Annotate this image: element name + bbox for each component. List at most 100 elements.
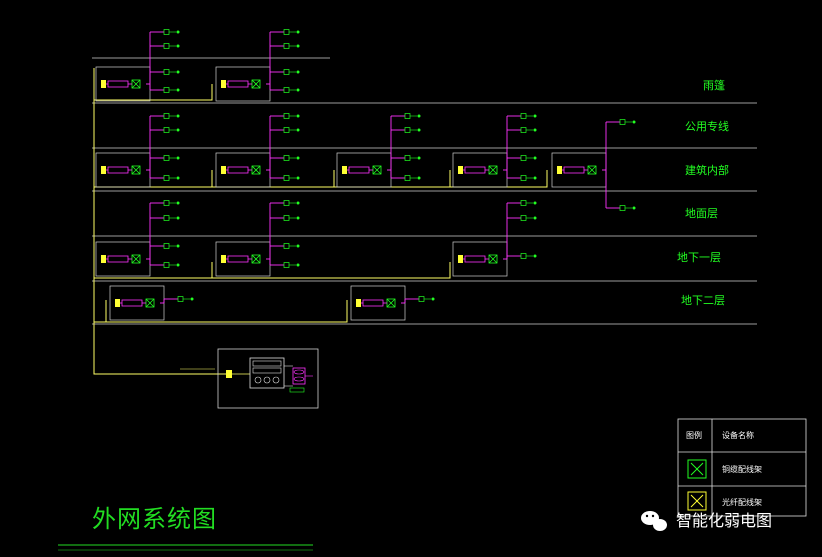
floor-label-interior: 建筑内部 bbox=[685, 163, 729, 177]
fiber-panel bbox=[342, 166, 347, 174]
information-outlet bbox=[283, 87, 300, 93]
information-outlet bbox=[163, 113, 180, 119]
copper-panel bbox=[488, 165, 498, 175]
switch bbox=[107, 255, 129, 263]
branch-cable bbox=[146, 31, 164, 91]
copper-panel bbox=[386, 298, 396, 308]
fiber-panel bbox=[101, 80, 106, 88]
information-outlet bbox=[163, 69, 180, 75]
branch-group bbox=[146, 29, 636, 304]
branch-cable bbox=[146, 202, 164, 266]
information-outlet bbox=[520, 200, 537, 206]
information-outlet bbox=[283, 113, 300, 119]
switch bbox=[227, 166, 249, 174]
floor-labels: 雨篷 公用专线 建筑内部 地面层 地下一层 地下二层 bbox=[677, 78, 729, 307]
wechat-icon bbox=[641, 511, 667, 531]
branch-cable bbox=[387, 115, 405, 179]
information-outlet bbox=[520, 127, 537, 133]
floor-label-public: 公用专线 bbox=[685, 119, 729, 133]
branch-cable bbox=[146, 115, 164, 179]
telecom-cabinet bbox=[95, 241, 151, 277]
floor-label-roof: 雨篷 bbox=[703, 78, 725, 92]
branch-cable bbox=[503, 202, 521, 260]
legend-header-left: 图例 bbox=[686, 430, 702, 440]
watermark: 智能化弱电图 bbox=[641, 511, 772, 531]
information-outlet bbox=[283, 175, 300, 181]
information-outlet bbox=[283, 29, 300, 35]
fiber-panel bbox=[458, 255, 463, 263]
telecom-cabinet bbox=[336, 152, 392, 188]
floor-separators bbox=[92, 57, 757, 325]
trunk-cable bbox=[93, 68, 548, 375]
information-outlet bbox=[283, 155, 300, 161]
central-equipment-room bbox=[180, 348, 319, 409]
legend-row1-label: 铜缆配线架 bbox=[722, 464, 762, 474]
fiber-panel bbox=[101, 255, 106, 263]
information-outlet bbox=[520, 175, 537, 181]
information-outlet bbox=[283, 200, 300, 206]
information-outlet bbox=[520, 155, 537, 161]
information-outlet bbox=[283, 243, 300, 249]
information-outlet bbox=[163, 155, 180, 161]
telecom-cabinet bbox=[350, 285, 406, 321]
information-outlet bbox=[404, 155, 421, 161]
copper-panel bbox=[145, 298, 155, 308]
copper-panel bbox=[131, 79, 141, 89]
branch-cable bbox=[160, 298, 178, 304]
fiber-panel bbox=[458, 166, 463, 174]
telecom-cabinet bbox=[95, 66, 151, 102]
copper-panel bbox=[372, 165, 382, 175]
information-outlet bbox=[520, 215, 537, 221]
information-outlet bbox=[177, 296, 194, 302]
branch-cable bbox=[266, 202, 284, 266]
floor-label-ground: 地面层 bbox=[685, 207, 718, 220]
fiber-panel bbox=[221, 166, 226, 174]
information-outlet bbox=[163, 262, 180, 268]
copper-panel bbox=[131, 165, 141, 175]
floor-label-b2: 地下二层 bbox=[681, 294, 725, 307]
copper-panel bbox=[251, 254, 261, 264]
switch bbox=[107, 80, 129, 88]
telecom-cabinet bbox=[551, 152, 607, 188]
copper-panel bbox=[251, 165, 261, 175]
switch bbox=[362, 299, 384, 307]
branch-cable bbox=[266, 31, 284, 91]
information-outlet bbox=[163, 29, 180, 35]
copper-panel bbox=[488, 254, 498, 264]
drawing-title-block: 外网系统图 bbox=[58, 505, 313, 551]
information-outlet bbox=[619, 205, 636, 211]
information-outlet bbox=[404, 127, 421, 133]
telecom-cabinet bbox=[215, 241, 271, 277]
switch bbox=[121, 299, 143, 307]
copper-panel bbox=[131, 254, 141, 264]
information-outlet bbox=[619, 119, 636, 125]
information-outlet bbox=[520, 113, 537, 119]
branch-cable bbox=[266, 115, 284, 179]
legend-row2-label: 光纤配线架 bbox=[722, 497, 762, 507]
telecom-cabinet bbox=[95, 152, 151, 188]
fiber-panel bbox=[557, 166, 562, 174]
information-outlet bbox=[163, 243, 180, 249]
drawing-title: 外网系统图 bbox=[92, 505, 217, 533]
copper-panel bbox=[587, 165, 597, 175]
switch bbox=[107, 166, 129, 174]
branch-cable bbox=[401, 298, 419, 304]
information-outlet bbox=[283, 262, 300, 268]
cabinet-group bbox=[95, 66, 607, 321]
information-outlet bbox=[163, 200, 180, 206]
watermark-text: 智能化弱电图 bbox=[676, 511, 772, 530]
switch bbox=[227, 80, 249, 88]
legend: 图例 设备名称 铜缆配线架 光纤配线架 bbox=[677, 418, 807, 517]
switch bbox=[464, 255, 486, 263]
floor-label-b1: 地下一层 bbox=[677, 251, 721, 264]
copper-panel bbox=[251, 79, 261, 89]
telecom-cabinet bbox=[109, 285, 165, 321]
information-outlet bbox=[163, 87, 180, 93]
information-outlet bbox=[283, 69, 300, 75]
information-outlet bbox=[404, 113, 421, 119]
information-outlet bbox=[163, 215, 180, 221]
system-diagram: 雨篷 公用专线 建筑内部 地面层 地下一层 地下二层 图例 设备名称 铜缆配线架… bbox=[58, 29, 807, 551]
telecom-cabinet bbox=[215, 66, 271, 102]
information-outlet bbox=[163, 175, 180, 181]
fiber-panel bbox=[115, 299, 120, 307]
